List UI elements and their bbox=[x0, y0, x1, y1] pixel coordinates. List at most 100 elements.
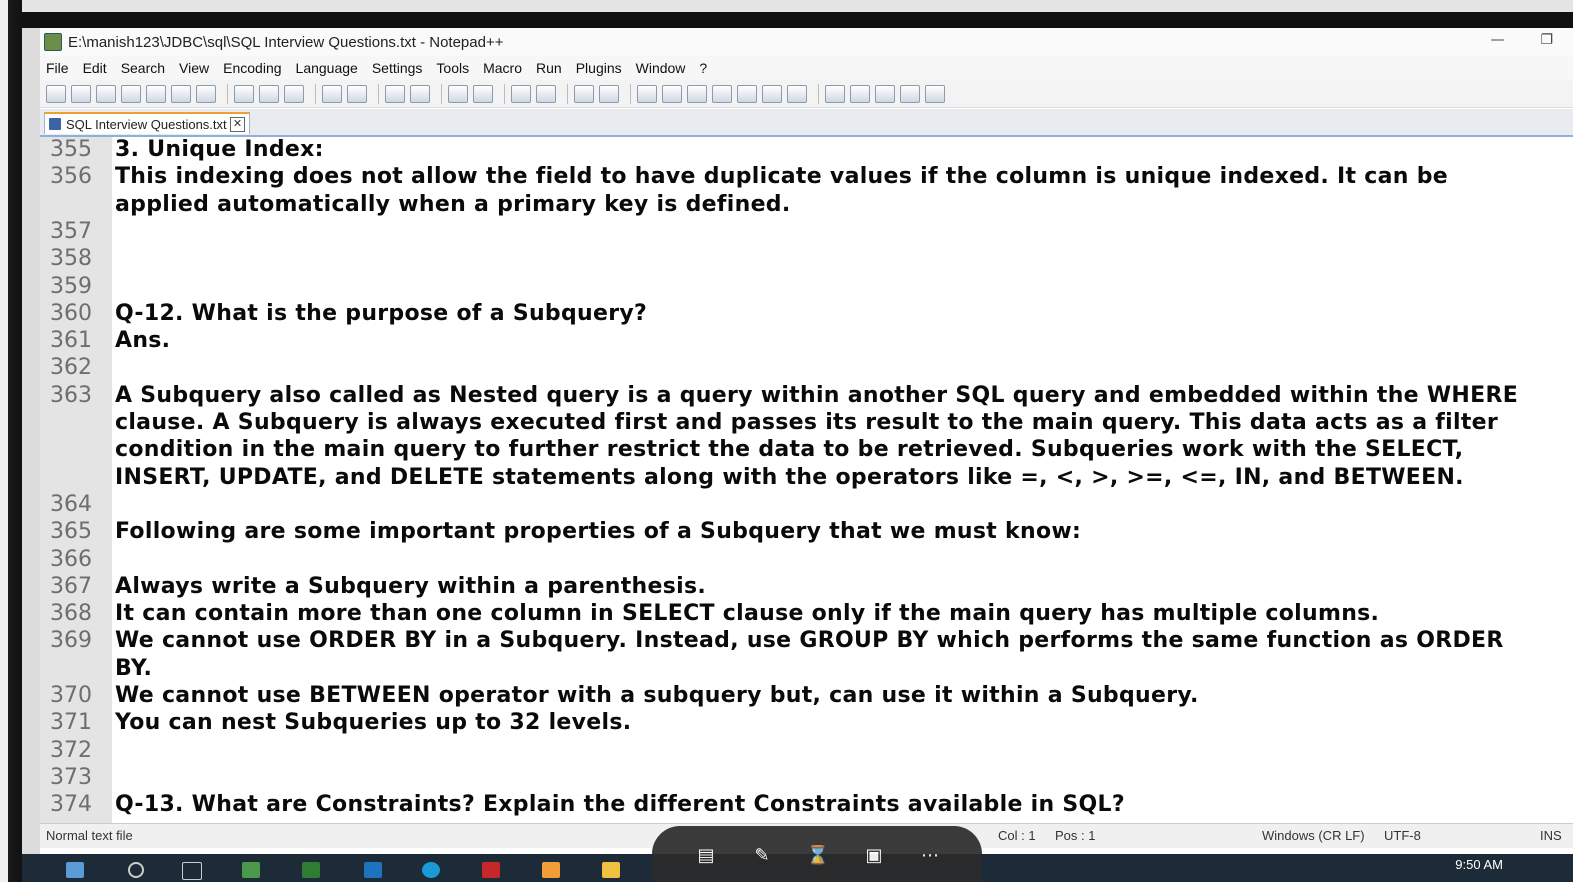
notepadpp-window: E:\manish123\JDBC\sql\SQL Interview Ques… bbox=[40, 28, 1573, 854]
column-indicator: Col : 1 bbox=[998, 828, 1036, 843]
line-text: INSERT, UPDATE, and DELETE statements al… bbox=[115, 464, 1464, 490]
line-number: 373 bbox=[50, 764, 92, 790]
menu-tools[interactable]: Tools bbox=[430, 60, 477, 76]
indent-guide-icon[interactable] bbox=[637, 84, 657, 103]
new-file-icon[interactable] bbox=[46, 84, 66, 103]
line-number: 356 bbox=[50, 164, 92, 190]
zoom-out-icon[interactable] bbox=[473, 84, 493, 103]
screen-bezel-left bbox=[0, 0, 22, 882]
close-all-icon[interactable] bbox=[171, 84, 191, 103]
search-icon[interactable] bbox=[128, 862, 144, 878]
show-all-chars-icon[interactable] bbox=[599, 84, 619, 103]
menu-file[interactable]: File bbox=[40, 60, 77, 76]
notepadpp-taskbar-icon[interactable] bbox=[242, 862, 260, 878]
sync-horizontal-icon[interactable] bbox=[536, 84, 556, 103]
line-number: 372 bbox=[50, 737, 92, 763]
line-text: Ans. bbox=[115, 328, 171, 354]
taskbar-clock[interactable]: 9:50 AM bbox=[1455, 857, 1503, 872]
toolbar-separator bbox=[315, 83, 316, 104]
excel-taskbar-icon[interactable] bbox=[302, 862, 320, 878]
line-number: 355 bbox=[50, 137, 92, 162]
edge-taskbar-icon[interactable] bbox=[422, 862, 440, 878]
play-macro-icon[interactable] bbox=[875, 84, 895, 103]
tab-sql-interview-questions[interactable]: SQL Interview Questions.txt ✕ bbox=[44, 112, 250, 134]
line-text: It can contain more than one column in S… bbox=[115, 601, 1380, 627]
start-icon[interactable] bbox=[66, 862, 84, 878]
line-number: 364 bbox=[50, 491, 92, 517]
preview-icon[interactable] bbox=[787, 84, 807, 103]
replace-icon[interactable] bbox=[410, 84, 430, 103]
app-taskbar-icon[interactable] bbox=[482, 862, 500, 878]
line-text: We cannot use BETWEEN operator with a su… bbox=[115, 683, 1199, 708]
menu-run[interactable]: Run bbox=[530, 60, 570, 76]
line-text: Q-13. What are Constraints? Explain the … bbox=[115, 792, 1125, 818]
toolbar bbox=[40, 80, 1573, 108]
ie-taskbar-icon[interactable] bbox=[364, 862, 382, 878]
file-saved-icon bbox=[49, 118, 61, 130]
menu-help[interactable]: ? bbox=[693, 60, 715, 76]
folder-workspace-icon[interactable] bbox=[737, 84, 757, 103]
line-number: 359 bbox=[50, 273, 92, 299]
redo-icon[interactable] bbox=[347, 84, 367, 103]
pen-icon[interactable]: ✎ bbox=[748, 843, 776, 869]
zoom-in-icon[interactable] bbox=[448, 84, 468, 103]
encoding-label[interactable]: UTF-8 bbox=[1384, 828, 1421, 843]
hourglass-icon[interactable]: ⌛ bbox=[804, 843, 832, 869]
line-number: 365 bbox=[50, 519, 92, 545]
close-icon[interactable]: ✕ bbox=[230, 117, 245, 132]
eol-format[interactable]: Windows (CR LF) bbox=[1262, 828, 1365, 843]
menu-macro[interactable]: Macro bbox=[477, 60, 530, 76]
file-explorer-icon[interactable] bbox=[602, 862, 620, 878]
menu-search[interactable]: Search bbox=[115, 60, 173, 76]
menu-encoding[interactable]: Encoding bbox=[217, 60, 289, 76]
task-view-icon[interactable] bbox=[182, 862, 202, 880]
editor-area[interactable]: 355 3. Unique Index: 356 This indexing does… bbox=[40, 137, 1573, 823]
minimize-icon[interactable]: — bbox=[1490, 32, 1504, 48]
line-text: applied automatically when a primary key… bbox=[115, 191, 791, 217]
sync-vertical-icon[interactable] bbox=[511, 84, 531, 103]
firefox-taskbar-icon[interactable] bbox=[542, 862, 560, 878]
line-number: 366 bbox=[50, 546, 92, 572]
whiteboard-icon[interactable]: ▤ bbox=[692, 843, 720, 869]
menu-settings[interactable]: Settings bbox=[366, 60, 431, 76]
monitoring-icon[interactable] bbox=[762, 84, 782, 103]
record-macro-icon[interactable] bbox=[825, 84, 845, 103]
copy-icon[interactable] bbox=[259, 84, 279, 103]
menu-language[interactable]: Language bbox=[290, 60, 366, 76]
image-icon[interactable]: ▣ bbox=[860, 843, 888, 869]
line-text: Following are some important properties … bbox=[115, 519, 1082, 545]
menu-window[interactable]: Window bbox=[630, 60, 694, 76]
cut-icon[interactable] bbox=[234, 84, 254, 103]
menu-edit[interactable]: Edit bbox=[77, 60, 115, 76]
more-options-icon[interactable]: ⋯ bbox=[916, 843, 944, 869]
language-icon[interactable] bbox=[662, 84, 682, 103]
stop-macro-icon[interactable] bbox=[850, 84, 870, 103]
menu-plugins[interactable]: Plugins bbox=[570, 60, 630, 76]
line-number: 361 bbox=[50, 328, 92, 354]
line-number: 357 bbox=[50, 218, 92, 244]
save-icon[interactable] bbox=[96, 84, 116, 103]
window-title: E:\manish123\JDBC\sql\SQL Interview Ques… bbox=[68, 33, 504, 51]
find-icon[interactable] bbox=[385, 84, 405, 103]
line-text: BY. bbox=[115, 655, 153, 681]
toolbar-separator bbox=[227, 83, 228, 104]
function-list-icon[interactable] bbox=[712, 84, 732, 103]
restore-icon[interactable]: ❐ bbox=[1540, 32, 1553, 48]
toolbar-separator bbox=[818, 83, 819, 104]
paste-icon[interactable] bbox=[284, 84, 304, 103]
toolbar-separator bbox=[504, 83, 505, 104]
undo-icon[interactable] bbox=[322, 84, 342, 103]
toolbar-separator bbox=[630, 83, 631, 104]
line-number: 371 bbox=[50, 710, 92, 736]
doc-map-icon[interactable] bbox=[687, 84, 707, 103]
save-macro-icon[interactable] bbox=[925, 84, 945, 103]
open-file-icon[interactable] bbox=[71, 84, 91, 103]
save-all-icon[interactable] bbox=[121, 84, 141, 103]
word-wrap-icon[interactable] bbox=[574, 84, 594, 103]
run-macro-multiple-icon[interactable] bbox=[900, 84, 920, 103]
print-icon[interactable] bbox=[196, 84, 216, 103]
close-file-icon[interactable] bbox=[146, 84, 166, 103]
menu-view[interactable]: View bbox=[173, 60, 217, 76]
line-number: 358 bbox=[50, 246, 92, 272]
insert-mode[interactable]: INS bbox=[1540, 828, 1562, 843]
